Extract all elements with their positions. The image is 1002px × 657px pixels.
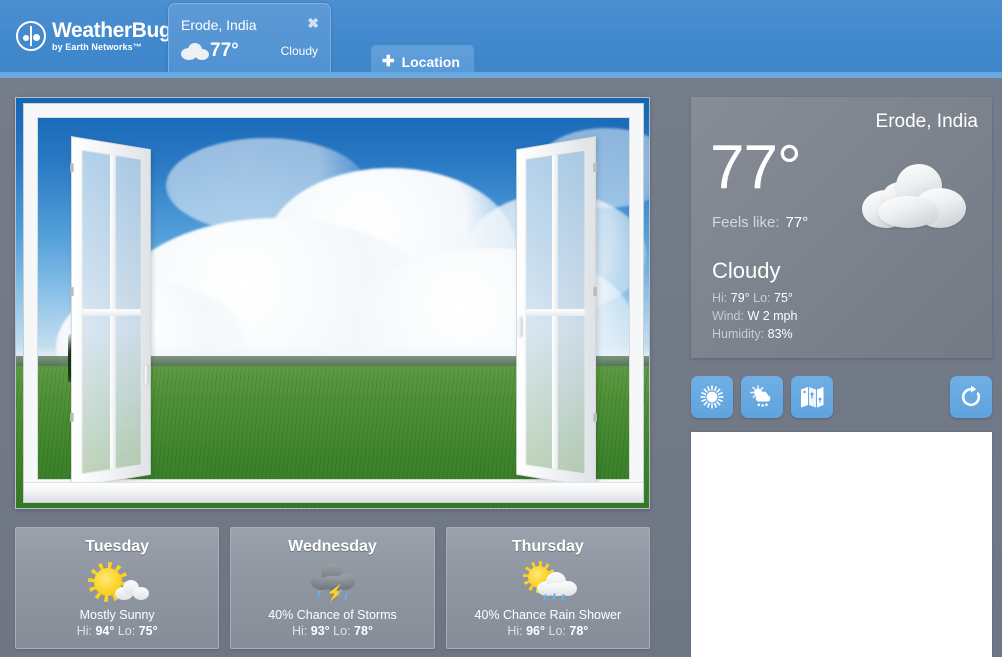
lo-label: Lo: xyxy=(753,291,771,305)
forecast-condition: 40% Chance Rain Shower xyxy=(474,608,622,622)
lightning-bolt-icon: ⚡ xyxy=(325,585,346,602)
forecast-hi-label: Hi: xyxy=(292,624,308,638)
forecast-temps: Hi: 93° Lo: 78° xyxy=(231,624,433,638)
weatherbug-ladybug-icon xyxy=(16,21,46,51)
mostly-sunny-icon xyxy=(16,560,218,606)
sun-icon xyxy=(700,385,724,409)
logo-title: WeatherBug® xyxy=(52,20,177,41)
rain-drop xyxy=(560,593,565,602)
rain-drop xyxy=(551,592,556,601)
wind-label: Wind: xyxy=(712,309,744,323)
thunderstorm-icon: ⚡ xyxy=(231,560,433,606)
ladybug-spot xyxy=(33,34,40,41)
add-location-label: Location xyxy=(401,53,460,70)
hinge-icon xyxy=(593,286,597,297)
current-temperature: 77° xyxy=(710,133,802,202)
weather-photo-panel[interactable] xyxy=(15,97,650,509)
close-icon[interactable]: ✖ xyxy=(307,16,319,30)
forecast-card[interactable]: Thursday 40% Chance Rain Shower Hi: 96° … xyxy=(445,527,650,649)
cloudy-icon xyxy=(862,152,966,228)
weatherbug-app: WeatherBug® by Earth Networks™ Erode, In… xyxy=(0,0,1002,657)
forecast-lo-value: 78° xyxy=(569,624,589,638)
forecast-temps: Hi: 94° Lo: 75° xyxy=(16,624,218,638)
window-handle xyxy=(144,364,149,386)
wind-value: W 2 mph xyxy=(747,309,798,323)
forecast-condition: 40% Chance of Storms xyxy=(268,608,397,622)
window-frame xyxy=(24,104,643,502)
forecast-hi-value: 94° xyxy=(95,624,115,638)
logo-subtitle: by Earth Networks™ xyxy=(52,42,142,52)
hi-label: Hi: xyxy=(712,291,728,305)
ad-panel[interactable] xyxy=(691,432,992,657)
logo-text: WeatherBug® by Earth Networks™ xyxy=(52,20,177,52)
window-sash-left xyxy=(70,136,151,488)
wind-row: Wind: W 2 mph xyxy=(712,307,797,325)
window-handle xyxy=(518,316,523,338)
window-sash-right xyxy=(516,136,597,488)
cloudy-icon xyxy=(181,42,209,60)
weatherbug-logo: WeatherBug® by Earth Networks™ xyxy=(16,20,177,52)
refresh-button[interactable] xyxy=(950,376,992,418)
rain-drop xyxy=(344,592,349,601)
app-header: WeatherBug® by Earth Networks™ Erode, In… xyxy=(0,0,1002,78)
current-conditions-button[interactable] xyxy=(691,376,733,418)
refresh-icon xyxy=(962,385,980,407)
current-city: Erode, India xyxy=(875,111,978,132)
rain-drop xyxy=(317,589,322,598)
forecast-hi-value: 93° xyxy=(310,624,330,638)
action-button-row xyxy=(691,376,992,418)
lo-value: 75° xyxy=(774,291,793,305)
current-conditions-panel: Erode, India 77° Feels like: 77° Cloudy H… xyxy=(691,97,992,358)
hinge-icon xyxy=(70,286,74,297)
location-tab-city: Erode, India xyxy=(181,17,257,33)
feels-like-value: 77° xyxy=(785,214,809,231)
forecast-card[interactable]: Wednesday ⚡ 40% Chance of Storms Hi: 93°… xyxy=(230,527,435,649)
location-tab-temperature: 77° xyxy=(210,40,239,61)
forecast-condition: Mostly Sunny xyxy=(79,608,155,622)
forecast-lo-value: 75° xyxy=(138,624,158,638)
forecast-hi-label: Hi: xyxy=(76,624,92,638)
current-details: Hi: 79° Lo: 75° Wind: W 2 mph Humidity: … xyxy=(712,289,797,343)
hinge-icon xyxy=(593,412,597,423)
rain-drop xyxy=(542,593,547,602)
header-accent-strip xyxy=(0,72,1002,78)
humidity-value: 83% xyxy=(767,327,793,341)
location-tab-summary: 77° Cloudy xyxy=(181,40,320,62)
forecast-day-label: Wednesday xyxy=(288,538,377,555)
forecast-day-label: Tuesday xyxy=(85,538,150,555)
location-tab-condition: Cloudy xyxy=(280,44,318,58)
forecast-card[interactable]: Tuesday Mostly Sunny Hi: 94° Lo: 75° xyxy=(15,527,220,649)
forecast-lo-label: Lo: xyxy=(548,624,566,638)
map-button[interactable] xyxy=(791,376,833,418)
forecast-hi-label: Hi: xyxy=(507,624,523,638)
forecast-lo-label: Lo: xyxy=(333,624,351,638)
hinge-icon xyxy=(70,162,74,173)
hinge-icon xyxy=(593,162,597,173)
sun-cloud-rain-icon xyxy=(750,385,771,407)
forecast-day-label: Thursday xyxy=(511,538,584,555)
window-sill xyxy=(24,482,643,502)
forecast-lo-label: Lo: xyxy=(117,624,136,638)
feels-like: Feels like: 77° xyxy=(712,214,808,231)
plus-icon: ✚ xyxy=(382,53,395,70)
forecast-temps: Hi: 96° Lo: 78° xyxy=(447,624,649,638)
map-icon xyxy=(801,387,824,408)
hinge-icon xyxy=(70,412,74,423)
location-tab-erode[interactable]: Erode, India ✖ 77° Cloudy xyxy=(168,3,331,75)
forecast-button[interactable] xyxy=(741,376,783,418)
cloud-shape xyxy=(536,572,577,596)
hi-lo-row: Hi: 79° Lo: 75° xyxy=(712,289,797,307)
window-pane-grid xyxy=(525,149,586,475)
current-condition: Cloudy xyxy=(712,258,781,283)
forecast-lo-value: 78° xyxy=(354,624,373,638)
humidity-label: Humidity: xyxy=(712,327,765,341)
window-pane-grid xyxy=(81,149,142,475)
sun-cloud-rain-icon xyxy=(447,560,649,606)
hi-value: 79° xyxy=(730,291,750,305)
forecast-row: Tuesday Mostly Sunny Hi: 94° Lo: 75° Wed… xyxy=(15,527,650,649)
humidity-row: Humidity: 83% xyxy=(712,325,797,343)
forecast-hi-value: 96° xyxy=(526,624,546,638)
feels-like-label: Feels like: xyxy=(712,214,780,231)
cloud-shape xyxy=(115,580,150,600)
